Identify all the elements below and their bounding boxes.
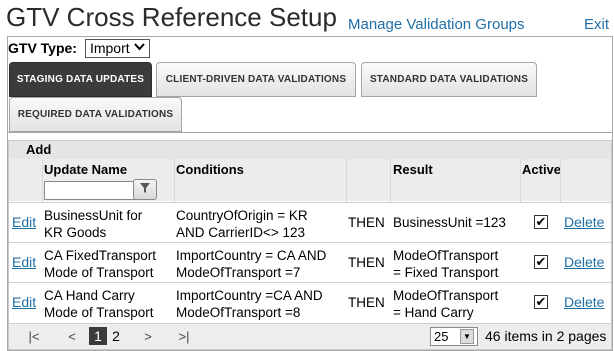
tab-required-data-validations[interactable]: REQUIRED DATA VALIDATIONS [9, 97, 182, 132]
tab-staging-data-updates[interactable]: STAGING DATA UPDATES [9, 62, 152, 97]
table-row: Edit CA FixedTransport Mode of Transport … [9, 242, 611, 282]
last-page-button[interactable]: >| [169, 327, 199, 345]
next-page-button[interactable]: > [133, 327, 163, 345]
conditions-cell: ImportCountry =CA AND ModeOfTransport =8 [176, 288, 323, 320]
column-header-active[interactable]: Active [522, 162, 561, 177]
column-header-update-name[interactable]: Update Name [44, 162, 127, 177]
page-size-select[interactable]: 25 ▼ [430, 327, 478, 346]
page-size-value: 25 [434, 329, 449, 344]
column-header-result[interactable]: Result [393, 162, 433, 177]
page-1-button[interactable]: 1 [89, 327, 107, 345]
update-name-cell: CA Hand Carry Mode of Transport [44, 288, 154, 320]
active-checkbox[interactable]: ✔ [534, 295, 548, 309]
table-row: Edit BusinessUnit for KR Goods CountryOfO… [9, 202, 611, 242]
edit-link[interactable]: Edit [12, 254, 36, 271]
add-button[interactable]: Add [9, 141, 611, 159]
update-name-filter-input[interactable] [44, 181, 136, 200]
result-cell: ModeOfTransport = Fixed Transport [393, 248, 499, 280]
edit-link[interactable]: Edit [12, 214, 36, 231]
gtv-type-row: GTV Type: Import [8, 37, 150, 59]
update-name-cell: CA FixedTransport Mode of Transport [44, 248, 157, 280]
first-page-button[interactable]: |< [19, 327, 49, 345]
then-label: THEN [348, 255, 385, 270]
result-cell: BusinessUnit =123 [393, 215, 506, 230]
tab-divider [8, 132, 612, 133]
column-header-conditions[interactable]: Conditions [176, 162, 244, 177]
conditions-cell: CountryOfOrigin = KR AND CarrierID<> 123 [176, 208, 308, 240]
grid-header-row: Update Name Conditions Result Active [9, 159, 611, 201]
pager-info: 46 items in 2 pages [485, 328, 607, 344]
exit-link[interactable]: Exit [584, 16, 609, 33]
tab-standard-data-validations[interactable]: STANDARD DATA VALIDATIONS [361, 62, 537, 97]
prev-page-button[interactable]: < [57, 327, 87, 345]
result-cell: ModeOfTransport = Hand Carry [393, 288, 499, 320]
gtv-type-value: Import [89, 40, 130, 56]
then-label: THEN [348, 295, 385, 310]
delete-link[interactable]: Delete [564, 214, 604, 231]
gtv-type-select[interactable]: Import [84, 38, 150, 58]
delete-link[interactable]: Delete [564, 254, 604, 271]
active-checkbox[interactable]: ✔ [534, 255, 548, 269]
filter-icon [139, 181, 151, 199]
pager: |< < 1 2 > >| 25 ▼ 46 items in 2 pages [9, 323, 611, 349]
active-checkbox[interactable]: ✔ [534, 215, 548, 229]
then-label: THEN [348, 215, 385, 230]
table-row: Edit CA Hand Carry Mode of Transport Impo… [9, 282, 611, 322]
filter-button[interactable] [133, 179, 157, 200]
update-name-cell: BusinessUnit for KR Goods [44, 208, 143, 240]
updates-grid: Add Update Name Conditions Result Active… [8, 140, 612, 350]
conditions-cell: ImportCountry = CA AND ModeOfTransport =7 [176, 248, 327, 280]
page-title: GTV Cross Reference Setup [6, 2, 337, 32]
edit-link[interactable]: Edit [12, 294, 36, 311]
tab-client-driven-data-validations[interactable]: CLIENT-DRIVEN DATA VALIDATIONS [156, 62, 356, 97]
chevron-down-icon: ▼ [460, 329, 474, 344]
chevron-down-icon [133, 42, 145, 54]
manage-validation-groups-link[interactable]: Manage Validation Groups [348, 16, 525, 33]
page-2-button[interactable]: 2 [109, 327, 123, 345]
gtv-type-label: GTV Type: [8, 40, 77, 56]
delete-link[interactable]: Delete [564, 294, 604, 311]
